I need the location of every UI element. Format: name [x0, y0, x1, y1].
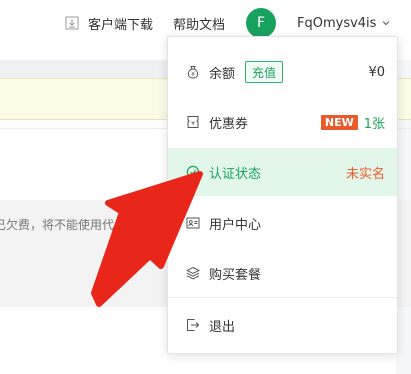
arrow-shape [91, 171, 203, 307]
annotation-arrow [91, 171, 203, 307]
